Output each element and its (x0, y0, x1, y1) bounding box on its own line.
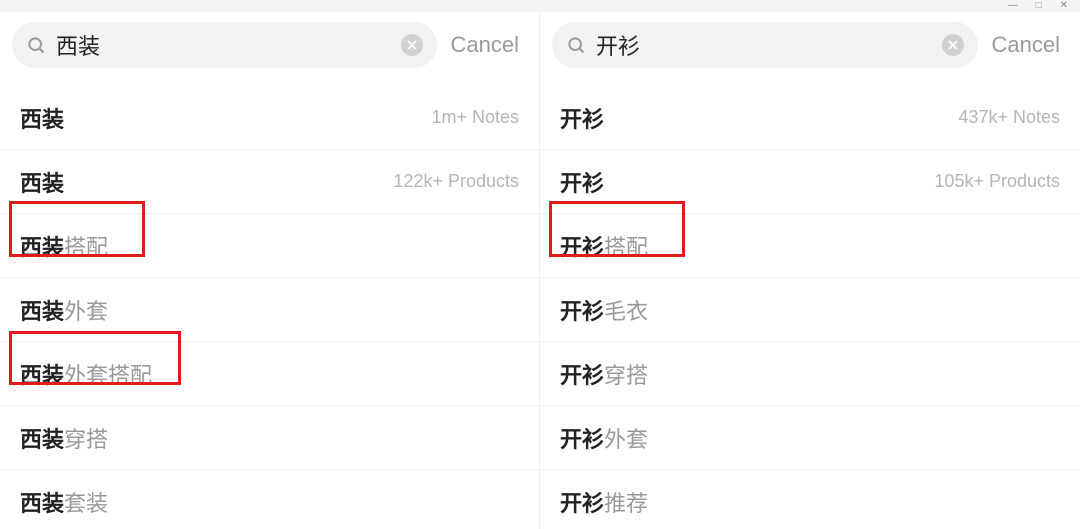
suggestion-meta: 105k+ Products (934, 171, 1060, 192)
clear-search-button[interactable] (401, 34, 423, 56)
search-input[interactable] (596, 32, 932, 58)
search-input[interactable] (56, 32, 391, 58)
search-icon (566, 35, 586, 55)
search-box[interactable] (12, 22, 437, 68)
clear-search-button[interactable] (942, 34, 964, 56)
suggestion-item[interactable]: 开衫搭配 (540, 214, 1080, 278)
suggestion-item[interactable]: 西装 122k+ Products (0, 150, 539, 214)
suggestion-item[interactable]: 开衫穿搭 (540, 342, 1080, 406)
suggestion-item[interactable]: 开衫 437k+ Notes (540, 86, 1080, 150)
suggestion-text: 西装外套 (20, 294, 108, 326)
search-bar: Cancel (0, 12, 539, 86)
suggestion-item[interactable]: 西装外套搭配 (0, 342, 539, 406)
search-icon (26, 35, 46, 55)
suggestion-text: 开衫 (560, 102, 604, 134)
window-maximize-button[interactable]: □ (1036, 1, 1042, 11)
window-close-button[interactable]: ✕ (1060, 1, 1068, 11)
suggestion-item[interactable]: 西装 1m+ Notes (0, 86, 539, 150)
suggestion-text: 西装外套搭配 (20, 358, 152, 390)
suggestion-item[interactable]: 西装套装 (0, 470, 539, 529)
suggestion-text: 开衫推荐 (560, 486, 648, 518)
suggestion-meta: 1m+ Notes (431, 107, 519, 128)
suggestion-item[interactable]: 开衫外套 (540, 406, 1080, 470)
suggestion-list: 开衫 437k+ Notes 开衫 105k+ Products 开衫搭配开衫毛衣开衫穿… (540, 86, 1080, 529)
suggestion-text: 开衫毛衣 (560, 294, 648, 326)
suggestion-item[interactable]: 开衫毛衣 (540, 278, 1080, 342)
suggestion-item[interactable]: 西装穿搭 (0, 406, 539, 470)
window-titlebar: — □ ✕ (0, 0, 1080, 12)
search-bar: Cancel (540, 12, 1080, 86)
suggestion-text: 西装穿搭 (20, 422, 108, 454)
cancel-button[interactable]: Cancel (992, 32, 1068, 58)
suggestion-text: 西装搭配 (20, 230, 108, 262)
window-minimize-button[interactable]: — (1008, 1, 1018, 11)
suggestion-item[interactable]: 西装外套 (0, 278, 539, 342)
left-pane: Cancel 西装1m+ Notes西装122k+ Products西装搭配西装… (0, 12, 540, 529)
suggestion-meta: 437k+ Notes (958, 107, 1060, 128)
suggestion-item[interactable]: 开衫推荐 (540, 470, 1080, 529)
suggestion-text: 开衫外套 (560, 422, 648, 454)
suggestion-meta: 122k+ Products (393, 171, 519, 192)
suggestion-text: 西装套装 (20, 486, 108, 518)
split-view: Cancel 西装1m+ Notes西装122k+ Products西装搭配西装… (0, 12, 1080, 529)
suggestion-text: 开衫穿搭 (560, 358, 648, 390)
suggestion-text: 开衫 (560, 166, 604, 198)
right-pane: Cancel 开衫 437k+ Notes 开衫 105k+ Products 开衫搭配… (540, 12, 1080, 529)
suggestion-text: 西装 (20, 166, 64, 198)
suggestion-list: 西装 1m+ Notes 西装 122k+ Products 西装搭配西装外套西装外套搭… (0, 86, 539, 529)
search-box[interactable] (552, 22, 978, 68)
suggestion-text: 开衫搭配 (560, 230, 648, 262)
suggestion-text: 西装 (20, 102, 64, 134)
suggestion-item[interactable]: 西装搭配 (0, 214, 539, 278)
cancel-button[interactable]: Cancel (451, 32, 527, 58)
suggestion-item[interactable]: 开衫 105k+ Products (540, 150, 1080, 214)
